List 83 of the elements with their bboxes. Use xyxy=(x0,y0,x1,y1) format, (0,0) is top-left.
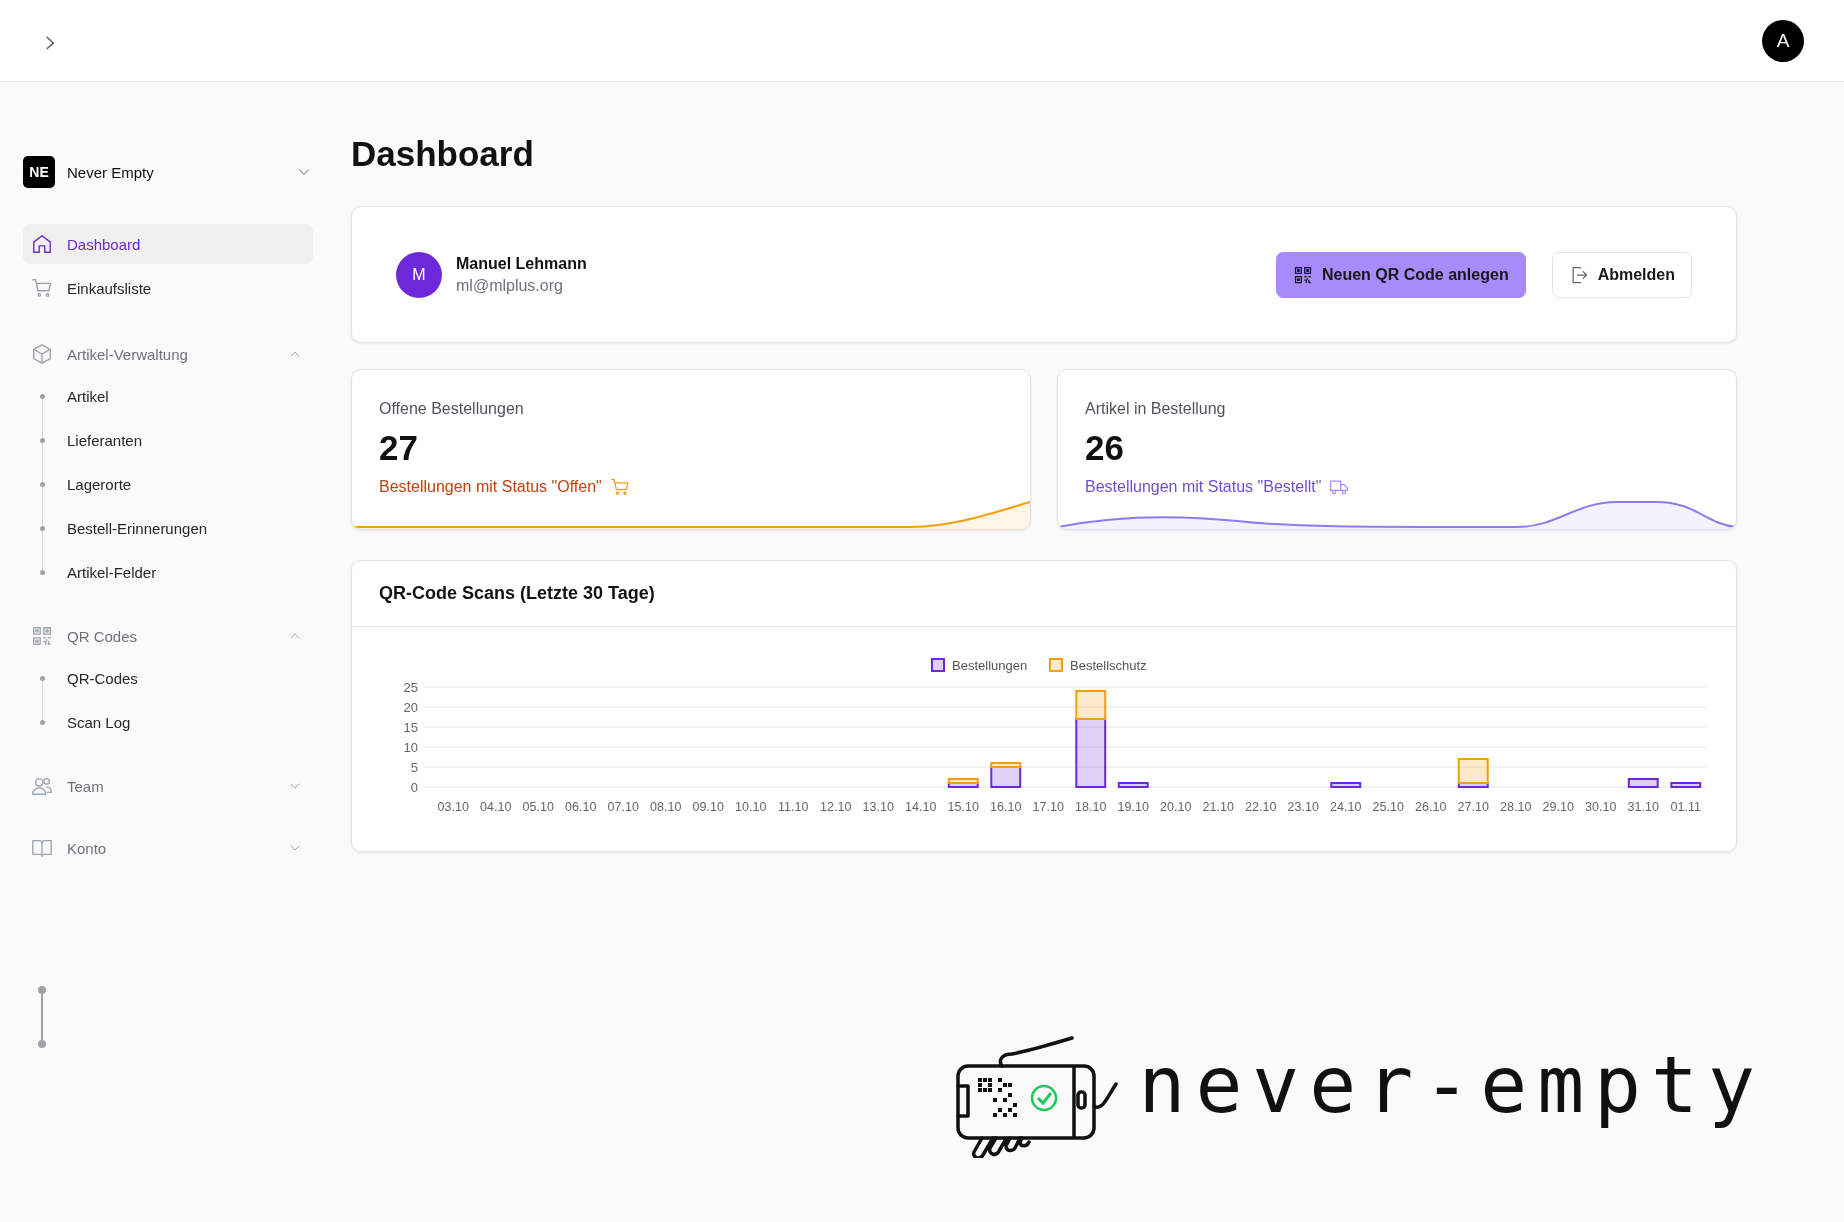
sidebar-subitem[interactable]: Scan Log xyxy=(67,713,131,731)
axis-tick-label: 22.10 xyxy=(1245,800,1277,814)
axis-tick-label: 31.10 xyxy=(1627,800,1659,814)
sidebar-subitem[interactable]: Lagerorte xyxy=(67,475,132,493)
create-qr-button[interactable]: Neuen QR Code anlegen xyxy=(1275,251,1526,298)
axis-tick-label: 11.10 xyxy=(778,800,809,814)
workspace-name[interactable]: Never Empty xyxy=(67,163,283,181)
axis-tick-label: 5 xyxy=(410,760,418,775)
axis-tick-label: 19.10 xyxy=(1117,800,1149,814)
axis-tick-label: 20 xyxy=(403,700,418,715)
axis-tick-label: 04.10 xyxy=(480,800,512,814)
sidebar-subitem[interactable]: QR-Codes xyxy=(67,669,138,687)
axis-tick-label: 05.10 xyxy=(522,800,554,814)
sidebar-subitem[interactable]: Bestell-Erinnerungen xyxy=(67,519,208,537)
axis-tick-label: 20.10 xyxy=(1160,800,1192,814)
stat-label: Offene Bestellungen xyxy=(379,400,525,418)
axis-tick-label: 21.10 xyxy=(1202,800,1234,814)
sidebar-subitem[interactable]: Artikel xyxy=(67,387,109,405)
stat-value: 26 xyxy=(1085,428,1125,468)
workspace-logo: NE xyxy=(23,156,55,188)
sidebar-group-label[interactable]: QR Codes xyxy=(67,627,273,645)
axis-tick-label: 0 xyxy=(410,780,418,795)
book-icon xyxy=(31,837,53,859)
axis-tick-label: 25.10 xyxy=(1372,800,1404,814)
logout-button[interactable]: Abmelden xyxy=(1551,251,1692,298)
axis-tick-label: 26.10 xyxy=(1415,800,1447,814)
stat-link[interactable]: Bestellungen mit Status "Bestellt" xyxy=(1085,477,1350,497)
axis-tick-label: 25 xyxy=(403,680,418,695)
sidebar-group-label[interactable]: Konto xyxy=(67,839,273,857)
user-name: Manuel Lehmann xyxy=(456,254,588,273)
sidebar-item[interactable]: Einkaufsliste xyxy=(23,268,313,308)
qr-code-icon xyxy=(1292,264,1313,285)
chart-title: QR-Code Scans (Letzte 30 Tage) xyxy=(379,583,655,603)
axis-tick-label: 10 xyxy=(403,740,418,755)
axis-tick-label: 18.10 xyxy=(1075,800,1107,814)
axis-tick-label: 28.10 xyxy=(1500,800,1532,814)
axis-tick-label: 23.10 xyxy=(1287,800,1319,814)
cart-icon xyxy=(609,477,630,497)
axis-tick-label: 15 xyxy=(403,720,418,735)
people-icon xyxy=(31,775,53,797)
legend-swatch xyxy=(1049,658,1063,672)
axis-tick-label: 03.10 xyxy=(437,800,469,814)
sidebar-item[interactable]: Dashboard xyxy=(23,224,313,264)
cart-icon xyxy=(31,277,53,299)
chart-bar xyxy=(1627,778,1659,788)
resize-handle-icon[interactable] xyxy=(37,985,47,1049)
stat-link[interactable]: Bestellungen mit Status "Offen" xyxy=(379,477,630,497)
chart-bar xyxy=(1330,782,1362,788)
legend-swatch xyxy=(931,658,945,672)
axis-tick-label: 16.10 xyxy=(990,800,1022,814)
axis-tick-label: 08.10 xyxy=(650,800,682,814)
axis-tick-label: 30.10 xyxy=(1585,800,1617,814)
axis-tick-label: 15.10 xyxy=(947,800,979,814)
chart-bar xyxy=(1117,782,1149,788)
user-avatar: M xyxy=(396,251,442,298)
axis-tick-label: 17.10 xyxy=(1032,800,1064,814)
user-avatar[interactable]: A xyxy=(1762,19,1804,62)
legend-label[interactable]: Bestellschutz xyxy=(1070,658,1147,673)
axis-tick-label: 12.10 xyxy=(820,800,852,814)
stat-value: 27 xyxy=(379,428,419,468)
axis-tick-label: 09.10 xyxy=(692,800,724,814)
qr-code-icon xyxy=(31,625,53,647)
axis-tick-label: 13.10 xyxy=(862,800,894,814)
house-icon xyxy=(31,233,53,255)
box-icon xyxy=(31,343,53,365)
sidebar-toggle-button[interactable]: › xyxy=(44,23,58,58)
sidebar-group-label[interactable]: Artikel-Verwaltung xyxy=(67,345,273,363)
axis-tick-label: 06.10 xyxy=(565,800,597,814)
sidebar-group-label[interactable]: Team xyxy=(67,777,273,795)
axis-tick-label: 24.10 xyxy=(1330,800,1362,814)
axis-tick-label: 07.10 xyxy=(607,800,639,814)
axis-tick-label: 14.10 xyxy=(905,800,937,814)
axis-tick-label: 27.10 xyxy=(1457,800,1489,814)
axis-tick-label: 01.11 xyxy=(1670,800,1701,814)
axis-tick-label: 10.10 xyxy=(735,800,767,814)
stat-label: Artikel in Bestellung xyxy=(1085,400,1227,418)
page-title: Dashboard xyxy=(351,134,534,174)
sidebar-subitem[interactable]: Artikel-Felder xyxy=(67,563,157,581)
sidebar-subitem[interactable]: Lieferanten xyxy=(67,431,143,449)
legend-label[interactable]: Bestellungen xyxy=(952,658,1028,673)
chart-bar xyxy=(1670,782,1702,788)
axis-tick-label: 29.10 xyxy=(1542,800,1574,814)
user-email: ml@mlplus.org xyxy=(456,276,564,295)
